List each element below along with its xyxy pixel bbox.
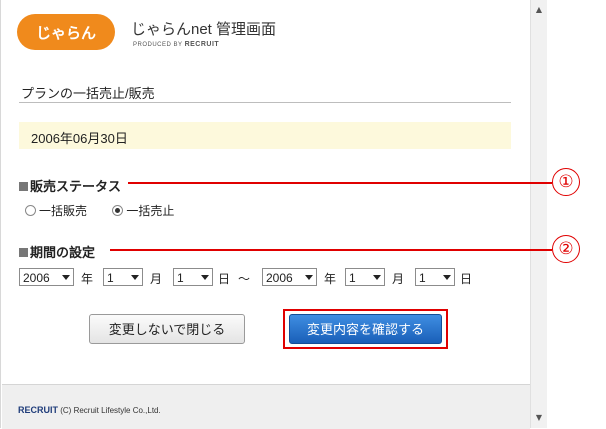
period-label-text: 期間の設定 bbox=[30, 245, 96, 260]
start-year-select[interactable]: 2006 bbox=[19, 268, 74, 286]
target-date-box: 2006年06月30日 bbox=[19, 122, 511, 149]
unit-month: 月 bbox=[150, 272, 163, 286]
status-label-text: 販売ステータス bbox=[30, 179, 122, 194]
end-year-select[interactable]: 2006 bbox=[262, 268, 317, 286]
vertical-scrollbar[interactable]: ▲ ▼ bbox=[530, 0, 547, 428]
chevron-down-icon bbox=[62, 275, 70, 280]
period-label: 期間の設定 bbox=[19, 242, 95, 261]
start-day-value: 1 bbox=[177, 271, 184, 285]
app-title: じゃらんnet 管理画面 bbox=[131, 21, 277, 38]
start-month-value: 1 bbox=[107, 271, 114, 285]
divider bbox=[19, 102, 511, 103]
scroll-down-arrow-icon[interactable]: ▼ bbox=[531, 410, 547, 426]
produced-brand: RECRUIT bbox=[184, 41, 220, 48]
chevron-down-icon bbox=[305, 275, 313, 280]
radio-bulk-stop[interactable]: 一括売止 bbox=[112, 202, 174, 219]
footer-copyright-text: (C) Recruit Lifestyle Co.,Ltd. bbox=[60, 406, 161, 415]
start-day-select[interactable]: 1 bbox=[173, 268, 213, 286]
radio-circle[interactable] bbox=[25, 205, 36, 216]
end-month-value: 1 bbox=[349, 271, 356, 285]
range-separator: ～ bbox=[238, 272, 251, 286]
radio-bulk-sale[interactable]: 一括販売 bbox=[25, 202, 87, 219]
footer-copyright: RECRUIT (C) Recruit Lifestyle Co.,Ltd. bbox=[18, 405, 161, 415]
confirm-changes-button[interactable]: 変更内容を確認する bbox=[289, 314, 442, 344]
page-title: プランの一括売止/販売 bbox=[21, 86, 155, 101]
chevron-down-icon bbox=[443, 275, 451, 280]
radio-label: 一括売止 bbox=[126, 204, 175, 218]
chevron-down-icon bbox=[373, 275, 381, 280]
unit-year: 年 bbox=[81, 272, 94, 286]
start-month-select[interactable]: 1 bbox=[103, 268, 143, 286]
close-without-change-button[interactable]: 変更しないで閉じる bbox=[89, 314, 245, 344]
jalan-logo: じゃらん bbox=[17, 14, 115, 50]
status-radio-group: 一括販売 一括売止 bbox=[25, 202, 196, 219]
target-date: 2006年06月30日 bbox=[31, 131, 128, 146]
annotation-marker-2: ② bbox=[552, 235, 580, 263]
end-day-value: 1 bbox=[419, 271, 426, 285]
unit-month: 月 bbox=[392, 272, 405, 286]
scroll-up-arrow-icon[interactable]: ▲ bbox=[531, 2, 547, 18]
annotation-marker-1: ① bbox=[552, 168, 580, 196]
footer-brand: RECRUIT bbox=[18, 405, 58, 415]
logo-text: じゃらん bbox=[35, 24, 96, 42]
annotation-line-2 bbox=[110, 249, 552, 251]
radio-label: 一括販売 bbox=[39, 204, 88, 218]
header: じゃらん じゃらんnet 管理画面 PRODUCED BY RECRUIT bbox=[9, 6, 524, 54]
footer: RECRUIT (C) Recruit Lifestyle Co.,Ltd. bbox=[2, 384, 530, 429]
chevron-down-icon bbox=[201, 275, 209, 280]
produced-by: PRODUCED BY RECRUIT bbox=[133, 41, 219, 48]
end-year-value: 2006 bbox=[266, 271, 293, 285]
status-label: 販売ステータス bbox=[19, 176, 121, 195]
end-month-select[interactable]: 1 bbox=[345, 268, 385, 286]
unit-day: 日 bbox=[460, 272, 473, 286]
produced-by-label: PRODUCED BY bbox=[133, 42, 183, 48]
start-year-value: 2006 bbox=[23, 271, 50, 285]
end-day-select[interactable]: 1 bbox=[415, 268, 455, 286]
annotation-line-1 bbox=[128, 182, 552, 184]
radio-circle-selected[interactable] bbox=[112, 205, 124, 216]
chevron-down-icon bbox=[131, 275, 139, 280]
unit-year: 年 bbox=[324, 272, 337, 286]
admin-window: じゃらん じゃらんnet 管理画面 PRODUCED BY RECRUIT プラ… bbox=[0, 0, 530, 429]
unit-day: 日 bbox=[218, 272, 231, 286]
